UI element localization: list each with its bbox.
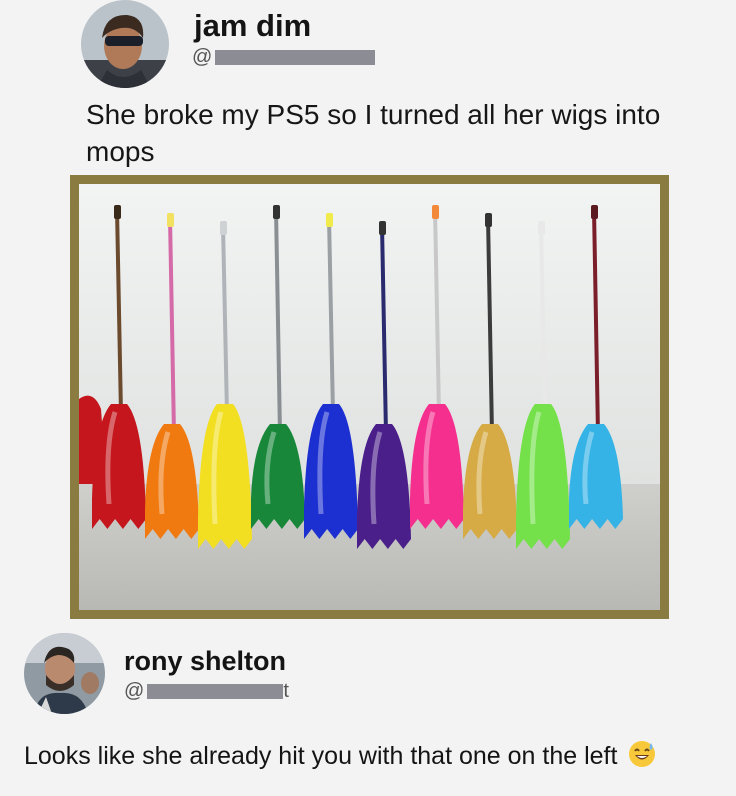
post-text: She broke my PS5 so I turned all her wig… [86,99,661,167]
reply-author-handle[interactable]: @ t [124,680,289,703]
redacted-handle [215,50,376,65]
sweat-smile-emoji [628,740,656,775]
handle-prefix: @ [192,46,213,68]
redacted-handle [147,684,284,699]
mop-handle-tip [591,205,598,219]
mops-photo [79,184,660,610]
mop-handle-tip [538,221,545,235]
mop-handle-tip [485,213,492,227]
reply-text: Looks like she already hit you with that… [24,740,724,775]
mop-handle-tip [432,205,439,219]
mop-handle-tip [220,221,227,235]
reply-avatar[interactable] [24,633,105,714]
author-avatar[interactable] [81,0,169,88]
mop-handle-tip [114,205,121,219]
author-handle[interactable]: @ [192,46,376,69]
reply-body: Looks like she already hit you with that… [24,742,618,771]
mop-handle-tip [167,213,174,227]
handle-suffix: t [283,680,289,702]
reply-author-name[interactable]: rony shelton [124,646,286,677]
mop-handle-tip [326,213,333,227]
mop-handle-tip [273,205,280,219]
author-name[interactable]: jam dim [194,8,311,44]
handle-prefix: @ [124,680,145,702]
mop-handle-tip [379,221,386,235]
post-photo[interactable] [70,175,669,619]
